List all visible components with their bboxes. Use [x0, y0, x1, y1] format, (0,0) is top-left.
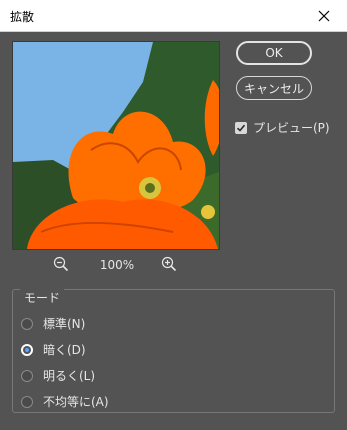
- filter-preview-image[interactable]: [12, 41, 220, 250]
- mode-option-lighten[interactable]: 明るく(L): [21, 367, 95, 384]
- close-icon: [318, 10, 330, 21]
- mode-option-anisotropic[interactable]: 不均等に(A): [21, 393, 109, 410]
- preview-checkbox-row[interactable]: プレビュー(P): [235, 119, 330, 136]
- close-button[interactable]: [301, 0, 347, 31]
- preview-checkbox-label: プレビュー(P): [253, 121, 330, 135]
- mode-option-label: 暗く(D): [43, 343, 86, 357]
- mode-option-label: 標準(N): [43, 317, 86, 331]
- radio-button[interactable]: [21, 317, 33, 330]
- mode-option-label: 不均等に(A): [43, 395, 109, 409]
- ok-button[interactable]: OK: [236, 41, 312, 65]
- preview-checkbox[interactable]: [235, 121, 247, 134]
- radio-button-selected[interactable]: [21, 343, 33, 356]
- radio-button[interactable]: [21, 369, 33, 382]
- zoom-level: 100%: [99, 258, 135, 272]
- mode-option-normal[interactable]: 標準(N): [21, 315, 85, 332]
- zoom-in-button[interactable]: [161, 256, 177, 272]
- dialog-title: 拡散: [10, 10, 35, 24]
- mode-option-label: 明るく(L): [43, 369, 96, 383]
- zoom-in-icon: [161, 256, 177, 272]
- zoom-out-icon: [53, 256, 69, 272]
- radio-button[interactable]: [21, 395, 33, 408]
- mode-option-darken[interactable]: 暗く(D): [21, 341, 86, 358]
- poppy-preview-illustration: [13, 42, 219, 249]
- title-bar: 拡散: [0, 0, 347, 32]
- checkmark-icon: [236, 124, 246, 132]
- mode-group-label: モード: [20, 289, 65, 306]
- cancel-button[interactable]: キャンセル: [236, 76, 312, 100]
- zoom-out-button[interactable]: [53, 256, 69, 272]
